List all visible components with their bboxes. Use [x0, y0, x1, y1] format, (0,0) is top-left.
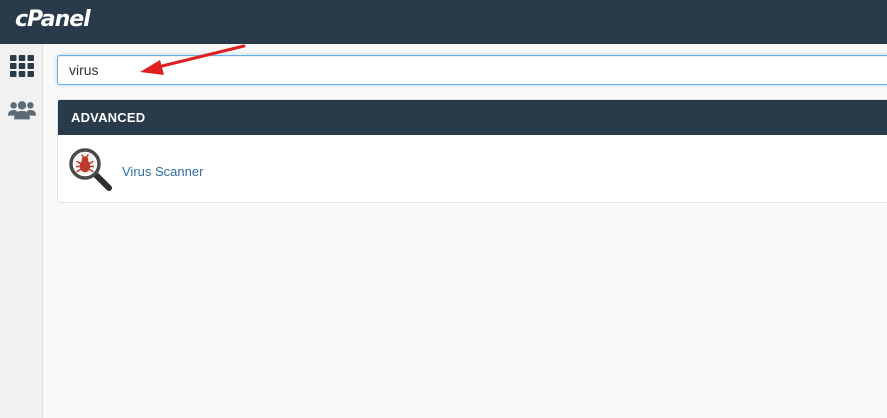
virus-scanner-label: Virus Scanner: [122, 163, 204, 179]
search-input[interactable]: [57, 55, 887, 85]
users-icon[interactable]: [8, 96, 36, 124]
search-results-panel: ADVANCED Virus Scanner: [57, 99, 887, 203]
cpanel-logo[interactable]: cPanel: [15, 7, 91, 32]
virus-scanner-icon: [69, 148, 112, 191]
top-bar: cPanel: [0, 0, 887, 44]
sidebar: [0, 44, 43, 418]
grid-icon[interactable]: [8, 52, 36, 80]
group-header-advanced: ADVANCED: [58, 100, 887, 135]
virus-scanner-link[interactable]: Virus Scanner: [68, 147, 368, 195]
